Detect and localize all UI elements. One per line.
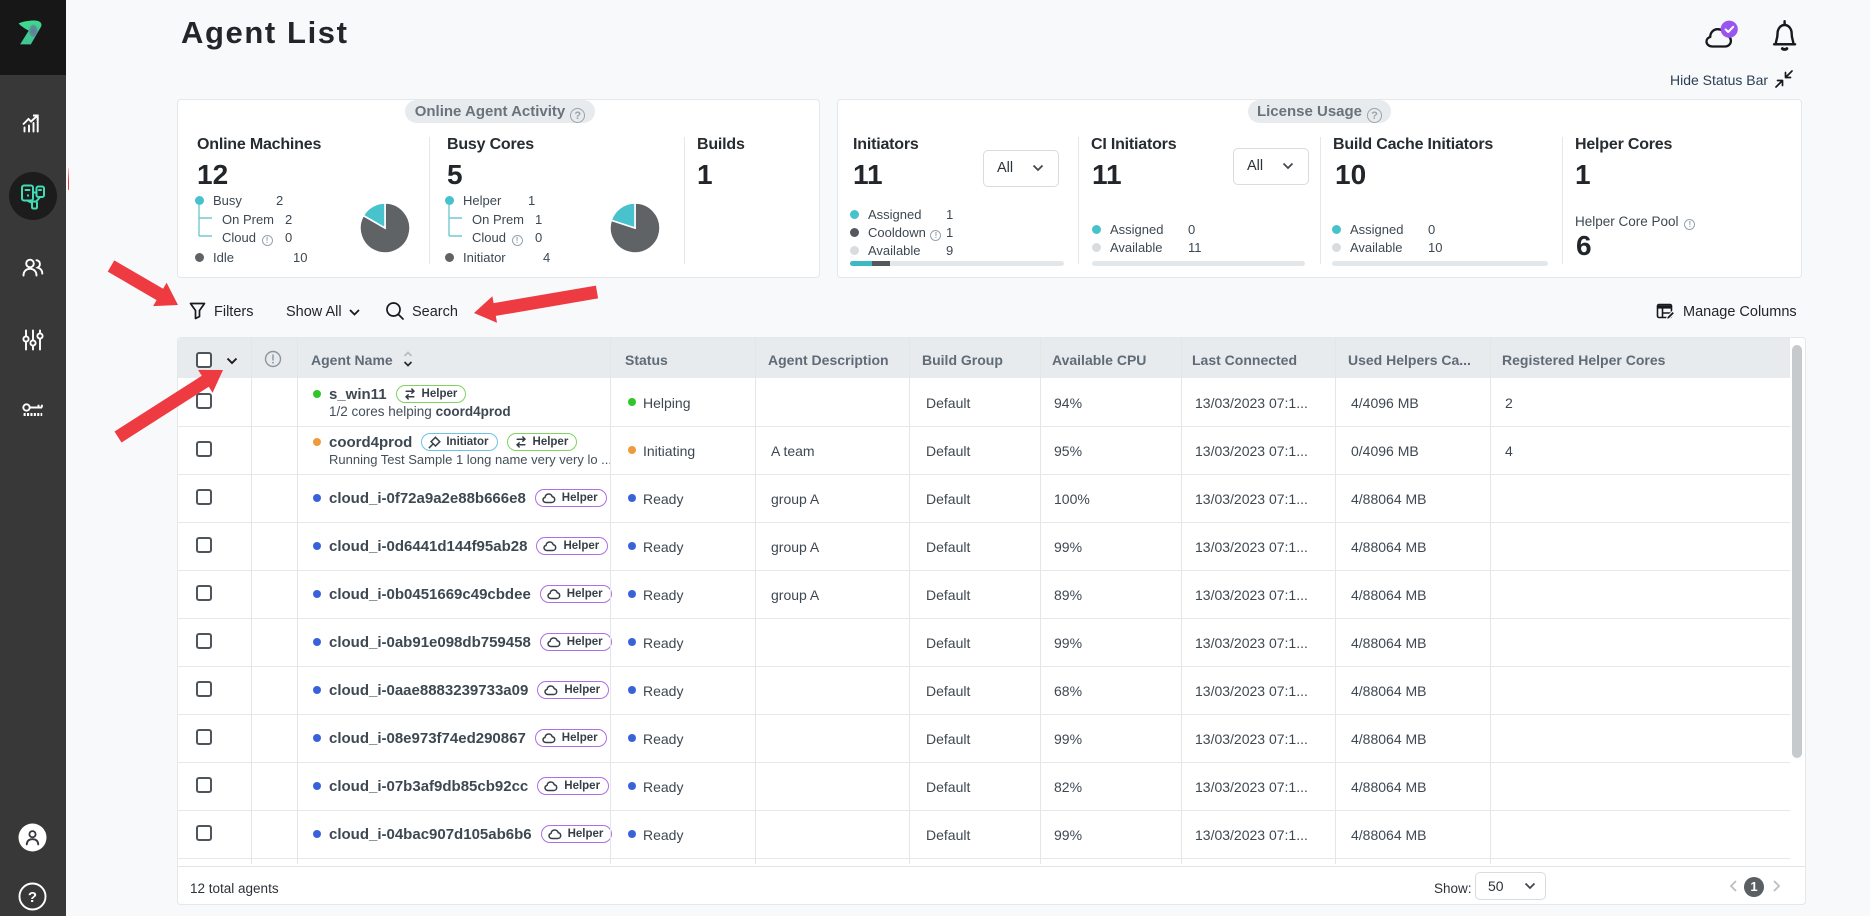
svg-text:?: ? [28,889,37,906]
